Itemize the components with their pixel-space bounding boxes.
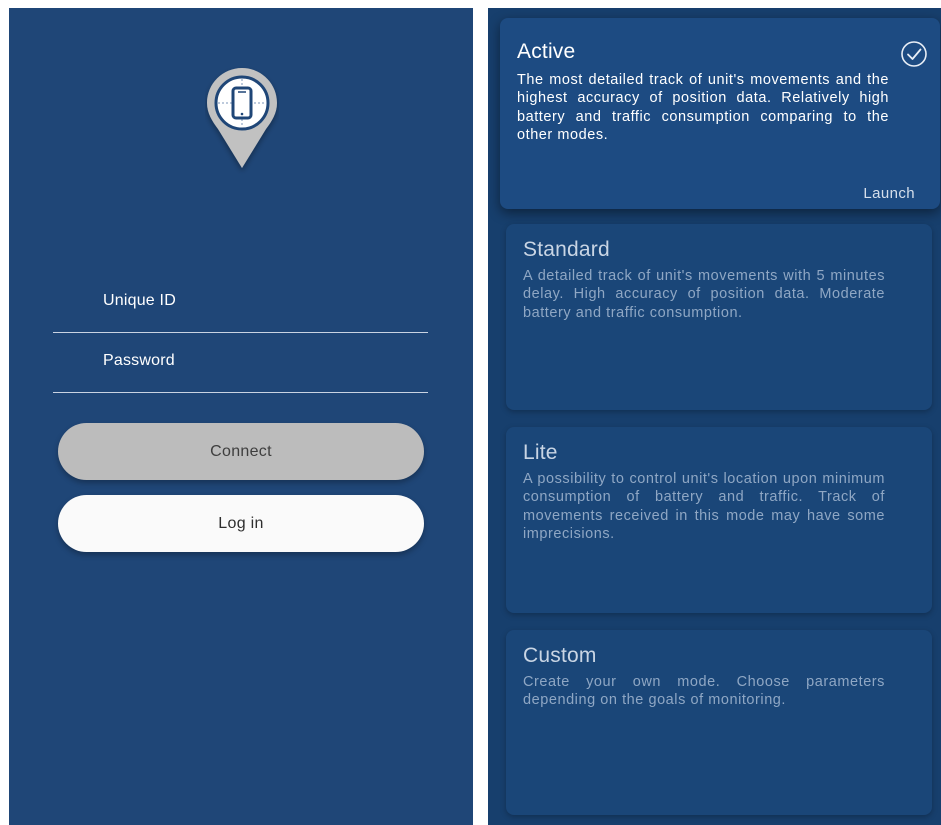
mode-title: Standard	[523, 238, 610, 261]
connect-button[interactable]: Connect	[58, 423, 424, 480]
password-field[interactable]: Password	[53, 352, 428, 393]
mode-title: Lite	[523, 441, 558, 464]
unique-id-label: Unique ID	[103, 292, 176, 309]
mode-card-custom[interactable]: Custom Create your own mode. Choose para…	[506, 630, 932, 815]
mode-description: Create your own mode. Choose parameters …	[523, 674, 885, 709]
mode-description: A possibility to control unit's location…	[523, 471, 885, 543]
check-circle-icon	[901, 41, 927, 67]
mode-card-lite[interactable]: Lite A possibility to control unit's loc…	[506, 427, 932, 613]
mode-description: The most detailed track of unit's moveme…	[517, 72, 889, 144]
mode-description: A detailed track of unit's movements wit…	[523, 268, 885, 321]
mode-selection-screen: Active The most detailed track of unit's…	[488, 8, 941, 825]
mode-title: Custom	[523, 644, 597, 667]
login-screen: Unique ID Password Connect Log in	[9, 8, 473, 825]
mode-title: Active	[517, 40, 576, 63]
mode-card-standard[interactable]: Standard A detailed track of unit's move…	[506, 224, 932, 410]
mode-card-active[interactable]: Active The most detailed track of unit's…	[500, 18, 940, 209]
app-logo-pin-icon	[207, 68, 277, 168]
unique-id-field[interactable]: Unique ID	[53, 292, 428, 333]
login-button[interactable]: Log in	[58, 495, 424, 552]
password-label: Password	[103, 352, 175, 369]
launch-button[interactable]: Launch	[863, 185, 915, 202]
